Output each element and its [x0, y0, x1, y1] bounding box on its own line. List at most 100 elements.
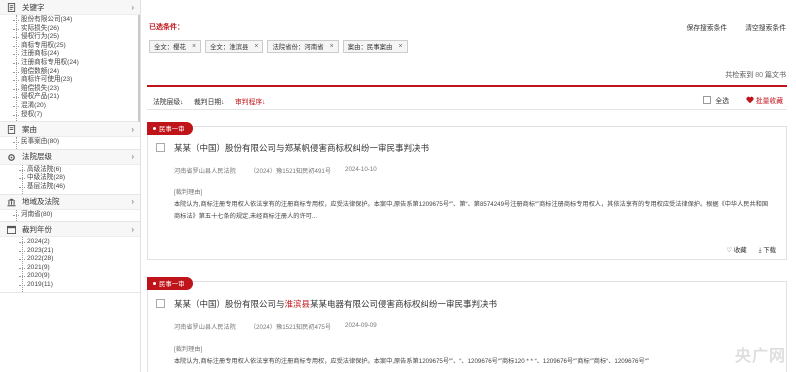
court-level-section: 法院层级 › 高级法院(6) 中级法院(28) 基层法院(46) [0, 149, 140, 195]
filter-chip[interactable]: 案由：民事案由 × [342, 40, 408, 53]
case-type-tag: 民事一审 [147, 122, 193, 135]
document-icon [7, 3, 16, 12]
filter-chip[interactable]: 法院省份：河南省 × [267, 40, 339, 53]
result-title[interactable]: 某某（中国）股份有限公司与淮滨县某某电器有限公司侵害商标权纠纷一审民事判决书 [174, 298, 497, 310]
year-section-header[interactable]: 裁判年份 › [0, 222, 140, 238]
chip-label: 法院省份：河南省 [272, 44, 324, 51]
tree-item[interactable]: 2022(28) [19, 255, 140, 264]
region-section-header[interactable]: 地域及法院 › [0, 194, 140, 210]
section-title: 案由 [22, 124, 37, 134]
sort-trial-procedure[interactable]: 审判程序↓ [235, 96, 266, 106]
court-name: 河南省罗山县人民法院 [174, 168, 236, 175]
chevron-right-icon[interactable]: › [131, 197, 134, 206]
keyword-tree: 股份有限公司(34) 实际损失(26) 侵权行为(25) 商标专用权(25) 注… [13, 15, 140, 122]
chevron-right-icon[interactable]: › [131, 3, 134, 12]
result-snippet: 本院认为,商标注册专用权人依法享有的注册商标专用权，应受法律保护。本案中,原告系… [174, 201, 769, 220]
result-count: 共检索到 80 篇文书 [725, 70, 786, 80]
close-icon[interactable]: × [330, 43, 334, 50]
case-type-tag: 民事一审 [147, 277, 193, 290]
result-meta: 河南省罗山县人民法院 （2024）豫1521知民初491号 2024-10-10 [174, 166, 377, 175]
filter-chip[interactable]: 全文：樱花 × [149, 40, 202, 53]
chip-label: 案由：民事案由 [347, 44, 393, 51]
tree-item[interactable]: 2020(9) [19, 272, 140, 281]
sort-court-level[interactable]: 法院层级↓ [153, 96, 184, 106]
download-icon: ⤓ [758, 247, 762, 254]
close-icon[interactable]: × [398, 43, 402, 50]
tree-item[interactable]: 实际损失(26) [13, 25, 140, 34]
chip-label: 全文：樱花 [154, 44, 186, 51]
clear-search-link[interactable]: 清空搜索条件 [745, 22, 786, 32]
section-title: 裁判年份 [22, 224, 52, 234]
cause-tree: 民事案由(80) [13, 137, 140, 149]
tree-item[interactable]: 2021(9) [19, 264, 140, 273]
section-title: 法院层级 [22, 152, 52, 162]
region-section: 地域及法院 › 河南省(80) [0, 194, 140, 223]
tree-item[interactable]: 侵权产品(21) [13, 93, 140, 102]
chevron-right-icon[interactable]: › [131, 225, 134, 234]
filter-chips: 全文：樱花 × 全文：淮滨县 × 法院省份：河南省 × 案由：民事案由 × [149, 40, 408, 53]
section-title: 地域及法院 [22, 197, 60, 206]
tree-item[interactable]: 2023(21) [19, 247, 140, 256]
reason-label: [裁判理由] [174, 346, 203, 353]
tree-item[interactable]: 混淆(20) [13, 102, 140, 111]
heart-icon [746, 96, 754, 104]
title-part: 某某（中国）股份有限公司与 [174, 299, 285, 309]
tree-item[interactable]: 授权(7) [13, 111, 140, 120]
title-highlight: 淮滨县 [284, 299, 311, 309]
tree-item[interactable]: 注册商标专用权(24) [13, 59, 140, 68]
sort-judgment-date[interactable]: 裁判日期↓ [194, 96, 225, 106]
cause-section: 案由 › 民事案由(80) [0, 122, 140, 150]
region-tree: 河南省(80) [13, 209, 140, 222]
keyword-section-header[interactable]: 关键字 › [0, 0, 140, 15]
save-search-link[interactable]: 保存搜索条件 [686, 22, 727, 32]
court-name: 河南省罗山县人民法院 [174, 324, 236, 331]
tree-item[interactable]: 河南省(80) [13, 211, 140, 220]
favorite-label: 收藏 [733, 247, 747, 254]
tree-item[interactable]: 2019(11) [19, 281, 140, 290]
close-icon[interactable]: × [254, 43, 258, 50]
result-checkbox[interactable] [156, 143, 165, 152]
favorite-button[interactable]: ♡ 收藏 [726, 245, 746, 255]
result-count-suffix: 篇文书 [765, 72, 786, 79]
main-content: 已选条件： 保存搜索条件 清空搜索条件 全文：樱花 × 全文：淮滨县 × 法院省份：… [147, 0, 796, 372]
watermark-logo: 央广网 [734, 348, 786, 365]
result-count-prefix: 共检索到 [725, 72, 754, 79]
judgment-date: 2024-09-09 [345, 322, 377, 329]
sort-bar: 法院层级↓ 裁判日期↓ 审判程序↓ 全选 批量收藏 [147, 90, 787, 110]
cause-section-header[interactable]: 案由 › [0, 122, 140, 138]
tag-label: 民事一审 [159, 281, 185, 288]
download-button[interactable]: ⤓ 下载 [759, 245, 776, 255]
filter-sidebar: 关键字 › 股份有限公司(34) 实际损失(26) 侵权行为(25) 商标专用权… [0, 0, 141, 372]
tree-item[interactable]: 赔偿数额(24) [13, 68, 140, 77]
tree-item[interactable]: 股份有限公司(34) [13, 16, 140, 25]
dot-icon [153, 127, 156, 130]
document-icon [7, 125, 16, 135]
year-tree: 2024(2) 2023(21) 2022(28) 2021(9) 2020(9… [19, 237, 140, 292]
tree-item[interactable]: 注册商标(24) [13, 50, 140, 59]
result-checkbox[interactable] [156, 299, 165, 308]
close-icon[interactable]: × [192, 43, 196, 50]
result-title[interactable]: 某某（中国）股份有限公司与郑某帆侵害商标权纠纷一审民事判决书 [174, 142, 429, 154]
tree-item[interactable]: 侵权行为(25) [13, 33, 140, 42]
chevron-right-icon[interactable]: › [131, 125, 134, 134]
selected-conditions-title: 已选条件： [149, 24, 184, 31]
result-snippet: 本院认为,商标注册专用权人依法享有的注册商标专用权，应受法律保护。本案中,原告系… [174, 358, 649, 365]
filter-chip[interactable]: 全文：淮滨县 × [205, 40, 264, 53]
tree-item[interactable]: 基层法院(46) [19, 183, 140, 192]
tree-item[interactable]: 商标许可使用(23) [13, 76, 140, 85]
batch-favorite-button[interactable]: 批量收藏 [746, 95, 783, 105]
court-level-tree: 高级法院(6) 中级法院(28) 基层法院(46) [19, 164, 140, 194]
result-meta: 河南省罗山县人民法院 （2024）豫1521知民初475号 2024-09-09 [174, 322, 377, 331]
tree-item[interactable]: 2024(2) [19, 238, 140, 247]
chip-label: 全文：淮滨县 [210, 44, 249, 51]
court-level-section-header[interactable]: 法院层级 › [0, 149, 140, 165]
tree-item[interactable]: 民事案由(80) [13, 138, 140, 147]
tree-item[interactable]: 中级法院(28) [19, 174, 140, 183]
bank-icon [7, 197, 16, 206]
dot-icon [153, 282, 156, 285]
chevron-right-icon[interactable]: › [131, 152, 134, 161]
year-section: 裁判年份 › 2024(2) 2023(21) 2022(28) 2021(9)… [0, 222, 140, 293]
tag-label: 民事一审 [159, 126, 185, 133]
select-all[interactable]: 全选 [703, 95, 729, 105]
select-all-checkbox[interactable] [703, 96, 712, 104]
